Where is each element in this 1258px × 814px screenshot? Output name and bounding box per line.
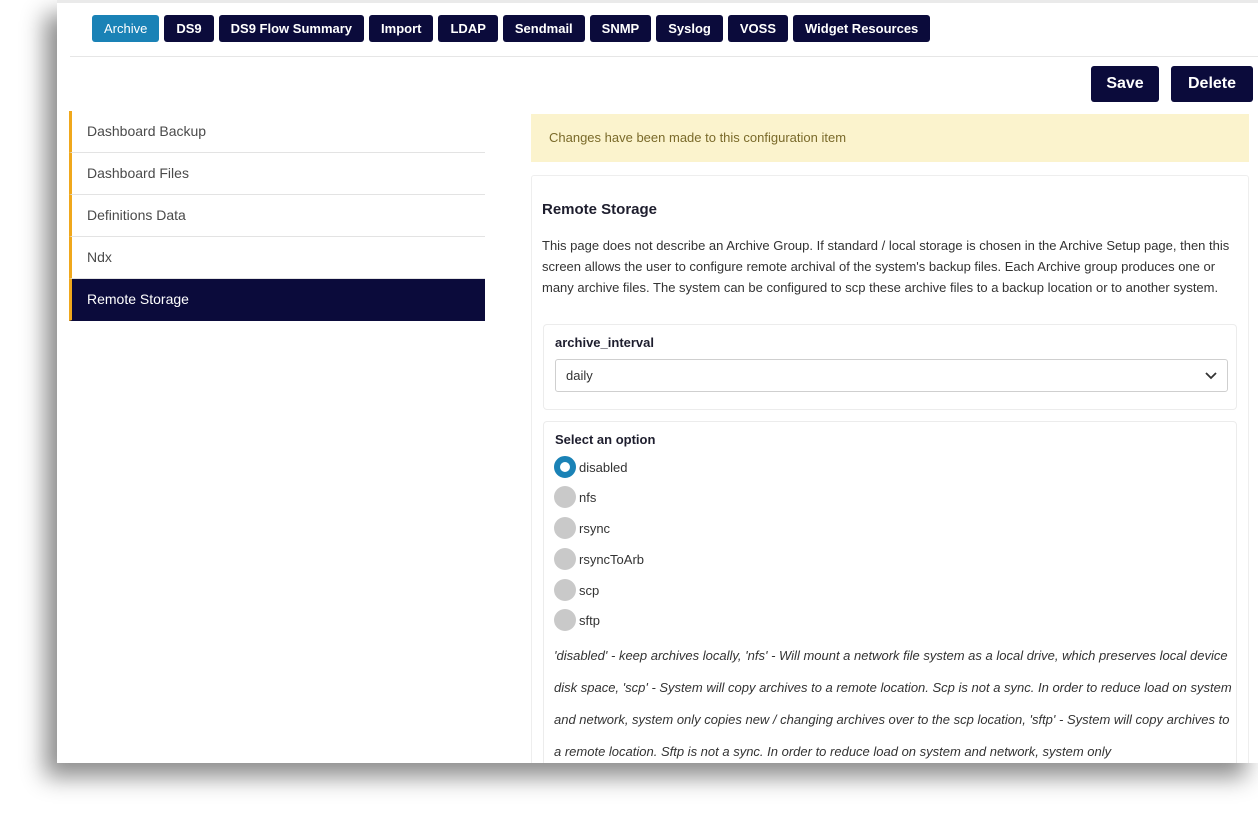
sidebar-item-dashboard-files[interactable]: Dashboard Files: [69, 153, 485, 195]
section-title: Remote Storage: [542, 201, 658, 218]
option-help-text: 'disabled' - keep archives locally, 'nfs…: [554, 648, 1232, 759]
radio-option-disabled[interactable]: disabled: [554, 456, 627, 478]
radio-unchecked-icon[interactable]: [554, 609, 576, 631]
delete-button[interactable]: Delete: [1171, 66, 1253, 102]
archive-interval-value: daily: [566, 368, 593, 383]
radio-option-nfs[interactable]: nfs: [554, 486, 596, 508]
tab-ldap[interactable]: LDAP: [438, 15, 498, 42]
tab-divider: [70, 56, 1258, 57]
tab-import[interactable]: Import: [369, 15, 434, 42]
radio-unchecked-icon[interactable]: [554, 579, 576, 601]
radio-option-rsync[interactable]: rsync: [554, 517, 610, 539]
tab-ds9-flow-summary[interactable]: DS9 Flow Summary: [218, 15, 365, 42]
section-description: This page does not describe an Archive G…: [542, 238, 1230, 295]
top-border: [57, 0, 1258, 3]
tab-snmp[interactable]: SNMP: [589, 15, 652, 42]
sidebar-item-remote-storage[interactable]: Remote Storage: [69, 279, 485, 321]
tab-widget-resources[interactable]: Widget Resources: [792, 15, 931, 42]
chevron-down-icon: [1205, 360, 1217, 391]
radio-unchecked-icon[interactable]: [554, 548, 576, 570]
radio-option-sftp[interactable]: sftp: [554, 609, 600, 631]
radio-checked-icon[interactable]: [554, 456, 576, 478]
radio-label: disabled: [579, 459, 628, 475]
radio-option-rsynctoarb[interactable]: rsyncToArb: [554, 548, 644, 570]
tab-ds9[interactable]: DS9: [164, 15, 214, 42]
sidebar-item-ndx[interactable]: Ndx: [69, 237, 485, 279]
sidebar-item-dashboard-backup[interactable]: Dashboard Backup: [69, 111, 485, 153]
radio-label: rsyncToArb: [579, 551, 645, 567]
option-group-label: Select an option: [555, 432, 656, 447]
archive-interval-select[interactable]: daily: [555, 359, 1228, 392]
archive-interval-label: archive_interval: [555, 335, 655, 350]
app-window: Archive DS9 DS9 Flow Summary Import LDAP…: [57, 0, 1258, 763]
sidebar: Dashboard Backup Dashboard Files Definit…: [69, 111, 485, 321]
sidebar-item-definitions-data[interactable]: Definitions Data: [69, 195, 485, 237]
tab-bar: Archive DS9 DS9 Flow Summary Import LDAP…: [92, 15, 931, 43]
radio-label: nfs: [579, 489, 597, 505]
tab-syslog[interactable]: Syslog: [656, 15, 723, 42]
save-button[interactable]: Save: [1091, 66, 1159, 102]
radio-label: rsync: [579, 520, 611, 536]
radio-label: scp: [579, 582, 600, 598]
tab-archive[interactable]: Archive: [92, 15, 160, 42]
tab-sendmail[interactable]: Sendmail: [502, 15, 585, 42]
radio-label: sftp: [579, 612, 600, 628]
radio-option-scp[interactable]: scp: [554, 579, 599, 601]
radio-unchecked-icon[interactable]: [554, 517, 576, 539]
radio-unchecked-icon[interactable]: [554, 486, 576, 508]
tab-voss[interactable]: VOSS: [727, 15, 788, 42]
changes-alert: Changes have been made to this configura…: [531, 114, 1249, 162]
